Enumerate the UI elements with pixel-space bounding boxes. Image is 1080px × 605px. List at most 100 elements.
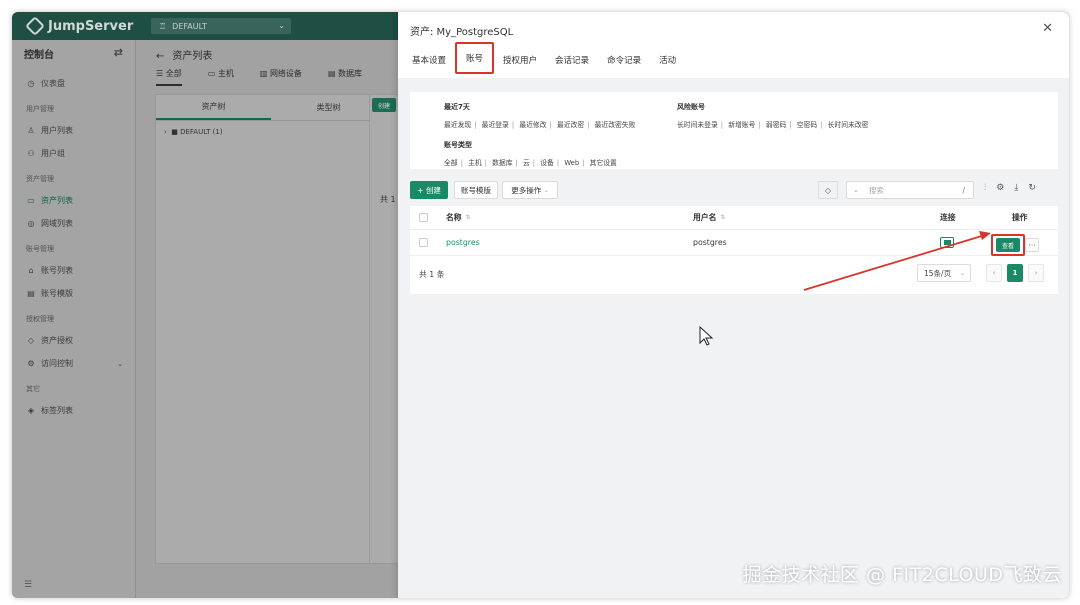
brand-logo[interactable]: JumpServer [25,16,134,36]
filter-group-label: 风险账号 [677,103,705,111]
filter-link[interactable]: 最近登录 [482,121,509,129]
back-arrow-icon[interactable]: ← [156,51,164,62]
filter-link[interactable]: 最近改密 [557,121,584,129]
chevron-down-icon: ⌄ [543,186,549,194]
filter-link[interactable]: 空密码 [797,121,817,129]
tab-all[interactable]: ☰ 全部 [156,68,182,86]
column-label: 用户名 [693,213,717,222]
org-selector[interactable]: ♖ DEFAULT ⌄ [151,18,291,34]
tab-session-records[interactable]: 会话记录 [546,46,598,74]
sidebar-item-accounts[interactable]: ⌂ 账号列表 [12,259,135,282]
sidebar-group-title: 资产管理 [26,175,54,183]
tab-network-devices[interactable]: ▥ 网络设备 [260,68,302,86]
close-icon[interactable]: ✕ [1042,21,1053,36]
sidebar-item-assets[interactable]: ▭ 资产列表 [12,189,135,212]
search-box[interactable]: ⌄ 搜索 / [846,181,974,199]
tab-asset-tree[interactable]: 资产树 [156,95,271,120]
sidebar-group-title: 其它 [26,385,40,393]
users-icon: ⚇ [27,149,35,158]
chevron-down-icon: ⌄ [959,269,965,277]
brand-name: JumpServer [48,18,134,34]
filter-link[interactable]: 弱密码 [766,121,786,129]
row-checkbox[interactable] [419,238,428,247]
sidebar-item-label: 用户组 [41,149,65,158]
tab-authorized-users[interactable]: 授权用户 [494,46,546,74]
account-toolbar: + 创建 账号模版 更多操作 ⌄ ◇ ⌄ 搜索 / ⫶ ⚙ ⤓ ↻ [410,180,1058,202]
logo-icon [25,16,45,36]
sidebar-group-title: 用户管理 [26,105,54,113]
column-username[interactable]: 用户名 ⇅ [693,206,725,229]
table-footer: 共 1 条 15条/页 ⌄ ‹ 1 › [410,262,1058,286]
create-asset-button[interactable]: 创建 [372,98,396,112]
sidebar-group-title: 授权管理 [26,315,54,323]
filter-link[interactable]: 全部 [444,159,458,167]
swap-icon[interactable]: ⇄ [114,46,123,59]
sidebar-item-access-control[interactable]: ⚙ 访问控制 ⌄ [12,352,135,375]
filter-link[interactable]: 其它设置 [590,159,617,167]
next-page-button[interactable]: › [1028,264,1044,282]
tab-command-records[interactable]: 命令记录 [598,46,650,74]
download-icon[interactable]: ⤓ [1014,183,1018,193]
sidebar-item-tags[interactable]: ◈ 标签列表 [12,399,135,422]
sidebar-header: 控制台 ⇄ [12,40,135,66]
filter-link[interactable]: 最近修改 [519,121,546,129]
column-name[interactable]: 名称 ⇅ [446,206,471,229]
control-icon: ⚙ [27,359,35,368]
asset-icon: ▭ [27,196,35,205]
create-account-button[interactable]: + 创建 [410,181,448,199]
sidebar-item-dashboard[interactable]: ◷ 仪表盘 [12,72,135,95]
sidebar-item-label: 资产列表 [41,196,73,205]
account-name-link[interactable]: postgres [446,230,480,255]
tab-basic-settings[interactable]: 基本设置 [403,46,455,74]
sidebar-item-asset-permissions[interactable]: ◇ 资产授权 [12,329,135,352]
more-actions-button[interactable]: 更多操作 ⌄ [502,181,558,199]
page-size-select[interactable]: 15条/页 ⌄ [917,264,971,282]
sidebar-item-domains[interactable]: ◎ 网域列表 [12,212,135,235]
sidebar-item-users[interactable]: ♙ 用户列表 [12,119,135,142]
tab-accounts[interactable]: 账号 [455,42,495,74]
watermark: 掘金技术社区 @ FIT2CLOUD飞致云 [742,564,1062,586]
app-window: JumpServer ♖ DEFAULT ⌄ 控制台 ⇄ ◷ 仪表盘 用户管理 ♙… [12,12,1069,598]
filter-link[interactable]: Web [564,159,579,167]
sort-icon: ⇅ [720,214,726,221]
account-table: 名称 ⇅ 用户名 ⇅ 连接 操作 postgres postgres 查看 ··· … [410,206,1058,294]
search-shortcut-hint: / [962,185,965,195]
sidebar-item-user-groups[interactable]: ⚇ 用户组 [12,142,135,165]
filter-group-label: 账号类型 [444,141,472,149]
filter-link[interactable]: 设备 [540,159,554,167]
table-header: 名称 ⇅ 用户名 ⇅ 连接 操作 [410,206,1058,230]
sidebar-item-label: 用户列表 [41,126,73,135]
select-all-checkbox[interactable] [419,213,428,222]
filter-link[interactable]: 云 [523,159,530,167]
account-template-button[interactable]: 账号模版 [454,181,498,199]
tab-activity[interactable]: 活动 [650,46,685,74]
org-icon: ♖ [159,21,167,31]
prev-page-button[interactable]: ‹ [986,264,1002,282]
sidebar-item-account-templates[interactable]: ▤ 账号模版 [12,282,135,305]
filter-link[interactable]: 长时间未登录 [677,121,718,129]
tag-filter-icon[interactable]: ◇ [818,181,838,199]
filter-link[interactable]: 数据库 [492,159,512,167]
page-button-current[interactable]: 1 [1007,264,1023,282]
sidebar-item-label: 网域列表 [41,219,73,228]
filter-link[interactable]: 最近改密失败 [595,121,636,129]
view-button[interactable]: 查看 [996,238,1020,252]
filter-link[interactable]: 最近发现 [444,121,471,129]
gear-icon[interactable]: ⚙ [996,183,1004,193]
tab-hosts[interactable]: ▭ 主机 [208,68,234,86]
filter-link[interactable]: 长时间未改密 [828,121,869,129]
refresh-icon[interactable]: ↻ [1028,183,1036,193]
folder-icon: ■ [171,128,178,136]
tab-label: 数据库 [338,69,363,78]
tree-node-default[interactable]: › ■ DEFAULT (1) [156,121,386,143]
collapse-sidebar-icon[interactable]: ☰ [24,580,32,590]
chevron-down-icon: ⌄ [853,186,859,194]
tab-databases[interactable]: ▤ 数据库 [328,68,362,86]
filter-icon[interactable]: ⫶ [984,183,986,193]
connect-button[interactable] [940,237,954,248]
asset-table-panel [369,94,399,564]
filter-link[interactable]: 主机 [468,159,482,167]
row-more-button[interactable]: ··· [1025,238,1039,252]
sidebar-item-label: 账号列表 [41,266,73,275]
filter-link[interactable]: 新增账号 [728,121,755,129]
